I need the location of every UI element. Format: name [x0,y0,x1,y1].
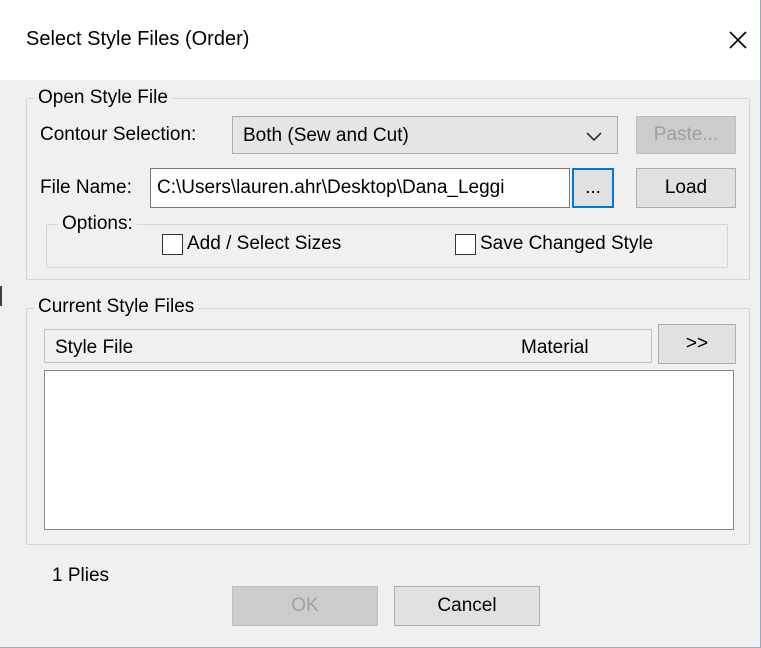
window-border-mark [0,286,9,306]
contour-selection-dropdown[interactable]: Both (Sew and Cut) [232,116,618,154]
file-name-label: File Name: [40,177,132,198]
title-bar: Select Style Files (Order) [0,0,761,80]
column-header-style-file[interactable]: Style File [55,337,133,359]
style-files-list[interactable] [44,370,734,530]
paste-button[interactable]: Paste... [636,116,736,154]
contour-selection-value: Both (Sew and Cut) [243,125,409,146]
style-files-list-header: Style File Material [44,329,652,363]
current-style-files-label: Current Style Files [34,296,199,318]
plies-count: 1 Plies [52,565,110,586]
contour-selection-label: Contour Selection: [40,124,197,145]
close-icon[interactable] [718,20,758,60]
chevron-down-icon [585,130,603,148]
expand-button[interactable]: >> [658,324,736,364]
cancel-button[interactable]: Cancel [394,586,540,626]
options-label: Options: [58,213,137,235]
checkbox-unchecked-icon [455,233,476,255]
save-changed-style-checkbox[interactable]: Save Changed Style [455,233,653,255]
save-changed-style-label: Save Changed Style [480,233,654,254]
load-button[interactable]: Load [636,168,736,208]
checkbox-unchecked-icon [162,233,183,255]
ok-button[interactable]: OK [232,586,378,626]
file-name-input[interactable] [150,168,570,208]
add-select-sizes-label: Add / Select Sizes [187,233,342,254]
dialog-title: Select Style Files (Order) [26,28,250,50]
add-select-sizes-checkbox[interactable]: Add / Select Sizes [162,233,341,255]
browse-button[interactable]: ... [572,168,614,208]
column-header-material[interactable]: Material [521,337,589,359]
open-style-file-label: Open Style File [34,87,172,109]
